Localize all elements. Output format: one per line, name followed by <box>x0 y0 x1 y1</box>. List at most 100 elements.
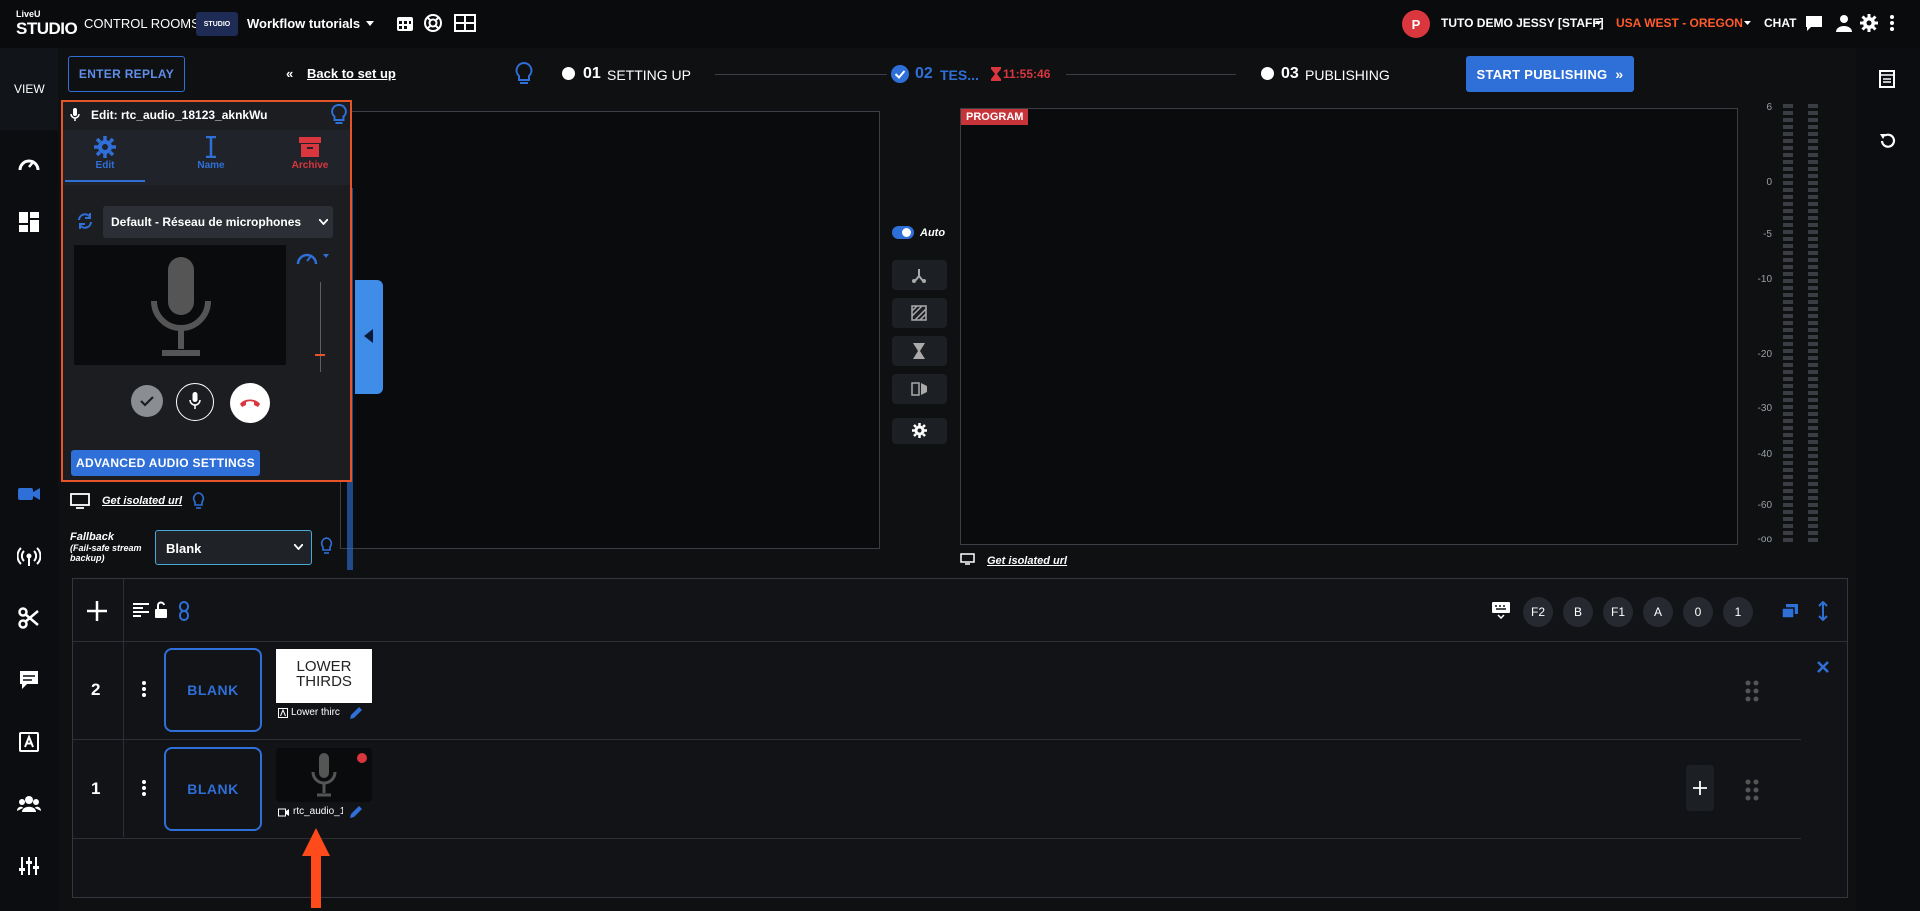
step-2-number: 02 <box>915 65 933 82</box>
drag-handle-icon[interactable] <box>1745 680 1759 702</box>
isolated-url-link[interactable]: Get isolated url <box>102 495 182 507</box>
wipe-icon <box>911 305 927 321</box>
cut-icon <box>912 269 926 283</box>
tab-edit[interactable]: Edit <box>65 130 145 182</box>
pencil-icon[interactable] <box>348 705 364 721</box>
fallback-select[interactable]: Blank <box>155 530 312 565</box>
mixer-icon[interactable] <box>17 854 41 878</box>
align-icon[interactable] <box>133 603 149 617</box>
close-icon[interactable] <box>1817 661 1829 673</box>
step-1-label[interactable]: SETTING UP <box>607 67 691 83</box>
step-1-number: 01 <box>583 65 601 82</box>
enter-replay-button[interactable]: ENTER REPLAY <box>68 56 185 92</box>
fade-transition-button[interactable] <box>892 336 947 366</box>
lightbulb-icon[interactable] <box>192 492 205 510</box>
start-publishing-button[interactable]: START PUBLISHING » <box>1466 56 1634 92</box>
cut-transition-button[interactable] <box>892 260 947 290</box>
advanced-audio-settings-button[interactable]: ADVANCED AUDIO SETTINGS <box>71 450 260 476</box>
check-icon <box>140 396 154 407</box>
region-selector[interactable]: USA WEST - OREGON <box>1616 16 1743 30</box>
layout-icon[interactable] <box>454 14 476 32</box>
wipe-transition-button[interactable] <box>892 298 947 328</box>
keyboard-icon[interactable] <box>1491 601 1511 619</box>
refresh-icon[interactable] <box>76 212 94 230</box>
shortcut-key-f1[interactable]: F1 <box>1603 597 1633 627</box>
app-logo-top: LiveU <box>16 9 41 19</box>
shortcut-key-b[interactable]: B <box>1563 597 1593 627</box>
fallback-value: Blank <box>166 541 202 556</box>
panel-collapse-handle[interactable] <box>355 280 383 394</box>
lightbulb-icon[interactable] <box>320 537 333 555</box>
undo-icon[interactable] <box>1878 132 1896 150</box>
shortcut-key-1[interactable]: 1 <box>1723 597 1753 627</box>
stinger-transition-button[interactable] <box>892 374 947 404</box>
message-icon[interactable] <box>17 668 41 692</box>
project-selector[interactable]: Workflow tutorials <box>247 16 360 31</box>
more-vertical-icon[interactable] <box>141 779 147 797</box>
confirm-button[interactable] <box>131 385 163 417</box>
more-vertical-icon[interactable] <box>1889 14 1895 32</box>
scissors-icon[interactable] <box>17 606 41 630</box>
step-2-label[interactable]: TES... <box>940 67 979 83</box>
user-avatar[interactable]: P <box>1402 10 1430 38</box>
gain-slider-handle[interactable] <box>315 354 325 356</box>
program-isolated-url-link[interactable]: Get isolated url <box>987 555 1067 567</box>
speedometer-icon[interactable] <box>17 152 41 176</box>
user-icon[interactable] <box>1836 14 1852 32</box>
audio-device-select[interactable]: Default - Réseau de microphones <box>103 206 333 238</box>
add-source-button[interactable] <box>1686 765 1714 811</box>
text-overlay-icon[interactable] <box>17 730 41 754</box>
right-rail <box>1856 48 1920 911</box>
blank-source-slot[interactable]: BLANK <box>164 648 262 732</box>
broadcast-icon[interactable] <box>17 544 41 568</box>
drag-handle-icon[interactable] <box>1745 779 1759 801</box>
blank-source-slot[interactable]: BLANK <box>164 747 262 831</box>
audio-source-thumbnail[interactable] <box>276 748 372 802</box>
link-icon[interactable] <box>179 601 189 621</box>
lightbulb-icon[interactable] <box>331 104 347 126</box>
auto-toggle[interactable] <box>892 226 914 239</box>
chat-icon[interactable] <box>1805 15 1823 32</box>
lifebuoy-icon[interactable] <box>424 14 442 32</box>
tab-archive[interactable]: Archive <box>270 130 350 182</box>
pencil-icon[interactable] <box>348 804 364 820</box>
guests-icon[interactable] <box>17 792 41 816</box>
tab-name[interactable]: Name <box>171 130 251 182</box>
gain-gauge-icon[interactable] <box>296 247 336 267</box>
step-3-label[interactable]: PUBLISHING <box>1305 67 1390 83</box>
control-rooms-link[interactable]: CONTROL ROOMS <box>84 16 200 31</box>
step-3-dot <box>1261 67 1274 80</box>
vu-scale-label: -60 <box>1757 500 1772 511</box>
lower-thirds-thumbnail[interactable]: LOWER THIRDS <box>276 649 372 703</box>
back-to-setup-link[interactable]: Back to set up <box>307 66 396 81</box>
more-vertical-icon[interactable] <box>141 680 147 698</box>
app-logo[interactable]: STUDIO <box>16 19 78 39</box>
vu-scale-label: -20 <box>1757 349 1772 360</box>
camera-icon[interactable] <box>17 482 41 506</box>
chat-label[interactable]: CHAT <box>1764 16 1796 30</box>
gain-slider-track[interactable] <box>320 282 321 372</box>
vu-scale-label: 0 <box>1766 177 1772 188</box>
user-menu[interactable]: TUTO DEMO JESSY [STAFF] <box>1441 16 1604 30</box>
panel-icon[interactable] <box>1878 70 1896 88</box>
shortcut-key-a[interactable]: A <box>1643 597 1673 627</box>
transition-settings-button[interactable] <box>892 418 947 444</box>
hang-up-button[interactable] <box>230 383 270 423</box>
unlock-icon[interactable] <box>154 601 168 619</box>
chevron-down-icon <box>1595 21 1602 25</box>
dashboard-icon[interactable] <box>17 210 41 234</box>
shortcut-key-f2[interactable]: F2 <box>1523 597 1553 627</box>
layers-icon[interactable] <box>1781 603 1799 619</box>
lightbulb-icon[interactable] <box>515 62 533 86</box>
gear-icon[interactable] <box>1860 14 1878 32</box>
shortcut-key-0[interactable]: 0 <box>1683 597 1713 627</box>
add-layer-icon[interactable] <box>87 601 107 621</box>
expand-vertical-icon[interactable] <box>1818 601 1828 621</box>
source-caption: rtc_audio_1 <box>293 806 343 817</box>
chevron-left-icon <box>364 329 373 343</box>
view-section: VIEW <box>0 48 58 130</box>
mic-toggle-button[interactable] <box>176 383 214 421</box>
calendar-icon[interactable] <box>396 14 414 32</box>
preview-monitor <box>340 111 880 549</box>
archive-icon <box>299 137 321 157</box>
